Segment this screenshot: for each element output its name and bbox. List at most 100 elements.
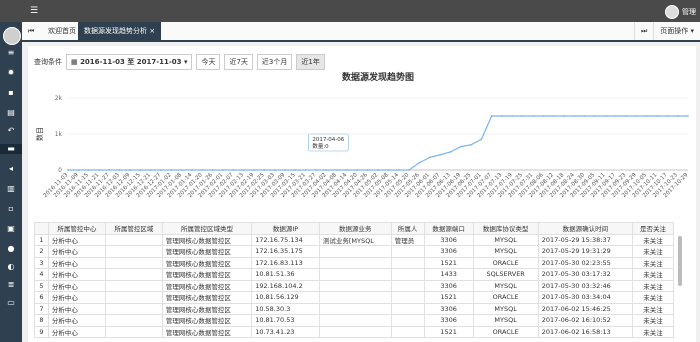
column-header[interactable] (34, 222, 49, 235)
table-cell: ORACLE (472, 325, 539, 338)
bag-icon[interactable]: ▪ (5, 88, 17, 98)
trend-chart: 数据源发现趋势图数目01k2k2016-11-032016-11-092016-… (35, 71, 690, 199)
list-icon[interactable]: ≡ (5, 48, 17, 58)
scrollbar[interactable] (678, 236, 682, 286)
table-row[interactable]: 5 分析中心 管理网核心数据管控区 192.168.104.2 3306 MYSQL 201… (34, 279, 674, 292)
gear-icon[interactable]: ✹ (5, 68, 17, 78)
megaphone-icon[interactable]: ◂ (5, 164, 17, 174)
table-cell (318, 268, 392, 281)
y-tick-label: 0 (58, 167, 62, 174)
column-header[interactable]: 数据库协议类型 (472, 222, 539, 235)
top-bar: ☰ 管理 (0, 0, 700, 22)
page-ops-button[interactable]: 页面操作 ▾ (653, 22, 700, 40)
table-cell: 2 (34, 245, 49, 258)
table-cell: 10.73.41.23 (251, 325, 320, 338)
user-label: 管理 (682, 8, 696, 16)
filter-label: 查询条件 (34, 58, 62, 66)
table-cell: 未关注 (632, 256, 674, 269)
table-cell: MYSQL (472, 302, 539, 315)
tab-trend-analysis[interactable]: 数据源发现趋势分析 × (78, 22, 162, 40)
folder-icon[interactable]: ▬ (0, 144, 22, 154)
table-cell: 未关注 (632, 291, 674, 304)
data-point (129, 169, 131, 171)
table-cell (318, 325, 392, 338)
stack-icon[interactable]: ≣ (5, 280, 17, 290)
chart-icon[interactable]: ▥ (5, 184, 17, 194)
table-cell (104, 233, 163, 246)
table-cell: 管理网核心数据管控区 (161, 314, 253, 327)
column-header[interactable]: 所属管控中心 (47, 222, 106, 235)
data-point (490, 115, 493, 117)
data-point (377, 169, 379, 171)
table-row[interactable]: 1 分析中心 管理网核心数据管控区 172.16.75.134 测试业务[MYSQL 管理… (34, 233, 674, 246)
table-cell: 3 (34, 256, 49, 269)
table-cell (390, 314, 425, 327)
table-row[interactable]: 3 分析中心 管理网核心数据管控区 172.16.83.113 1521 ORACLE 20… (34, 256, 674, 269)
image-icon[interactable]: ▣ (5, 224, 17, 234)
column-header[interactable]: 所属管控区域 (104, 222, 163, 235)
book-icon[interactable]: ▤ (5, 108, 17, 118)
data-point (480, 138, 483, 141)
column-header[interactable]: 数据源端口 (423, 222, 474, 235)
data-point (77, 169, 80, 171)
table-cell: 未关注 (632, 245, 674, 258)
globe-icon[interactable]: ◐ (5, 262, 17, 272)
table-cell (104, 268, 163, 281)
column-header[interactable]: 所属管控区域类型 (161, 222, 253, 235)
chat-icon[interactable]: ▫ (5, 204, 17, 214)
table-row[interactable]: 2 分析中心 管理网核心数据管控区 172.16.35.175 3306 MYSQL 201… (34, 245, 674, 258)
table-row[interactable]: 8 分析中心 管理网核心数据管控区 10.81.70.53 3306 MYSQL 2017-… (34, 314, 674, 327)
y-axis-label: 数目 (35, 127, 44, 141)
data-point (449, 151, 452, 153)
table-cell: 192.168.104.2 (251, 279, 320, 292)
data-point (676, 115, 679, 117)
data-point (67, 169, 69, 171)
clock-icon[interactable]: ● (5, 244, 17, 254)
table-cell (390, 325, 425, 338)
table-row[interactable]: 7 分析中心 管理网核心数据管控区 10.58.30.3 3306 MYSQL 2017-0… (34, 302, 674, 315)
back-icon[interactable]: ↶ (5, 126, 17, 136)
table-cell: 1433 (423, 268, 474, 281)
column-header[interactable]: 所属人 (390, 222, 425, 235)
table-cell (318, 291, 392, 304)
table-cell: 1521 (423, 325, 474, 338)
hamburger-icon[interactable]: ☰ (30, 6, 38, 16)
table-cell: 2017-05-30 02:23:55 (537, 256, 634, 269)
table-row[interactable]: 4 分析中心 管理网核心数据管控区 10.81.51.36 1433 SQLSERVER 2… (34, 268, 674, 281)
data-point (242, 169, 245, 171)
desktop-icon[interactable]: ▭ (5, 298, 17, 308)
data-point (645, 115, 648, 117)
data-point (635, 115, 638, 117)
column-header[interactable]: 是否关注 (632, 222, 674, 235)
user-menu[interactable]: 管理 (665, 5, 696, 19)
table-row[interactable]: 9 分析中心 管理网核心数据管控区 10.73.41.23 1521 ORACLE 2017… (34, 325, 674, 338)
tooltip-date: 2017-04-06 (312, 137, 344, 143)
table-cell: 管理网核心数据管控区 (161, 279, 253, 292)
tab-nav-right[interactable]: ⏭ (633, 22, 653, 40)
table-cell: 10.81.70.53 (251, 314, 320, 327)
column-header[interactable]: 数据源IP (251, 222, 320, 235)
table-cell: 172.16.35.175 (251, 245, 320, 258)
tab-home[interactable]: 欢迎首页 (42, 22, 82, 40)
data-point (387, 169, 390, 171)
table-row[interactable]: 6 分析中心 管理网核心数据管控区 10.81.56.129 1521 ORACLE 201… (34, 291, 674, 304)
column-header[interactable]: 数据源业务 (318, 222, 392, 235)
tab-nav-left[interactable]: ⏮ (22, 22, 40, 40)
data-point (604, 115, 607, 117)
table-cell: MYSQL (472, 279, 539, 292)
data-point (325, 169, 328, 171)
data-point (139, 169, 142, 171)
data-point (315, 169, 317, 171)
sidebar-avatar[interactable] (3, 27, 21, 45)
sidebar: ≡ ✹ ▪ ▤ ↶ ▬ ◂ ▥ ▫ ▣ ● ◐ ≣ ▭ (0, 22, 22, 342)
column-header[interactable]: 数据源确认时间 (537, 222, 634, 235)
table-cell: 9 (34, 325, 49, 338)
data-point (614, 115, 617, 117)
table-cell: 未关注 (632, 325, 674, 338)
table-cell: 2017-06-02 15:46:25 (537, 302, 634, 315)
table-cell: 10.58.30.3 (251, 302, 320, 315)
y-tick-label: 2k (55, 95, 63, 102)
series-line (68, 115, 688, 171)
data-point (542, 115, 545, 117)
table-cell: MYSQL (472, 314, 539, 327)
